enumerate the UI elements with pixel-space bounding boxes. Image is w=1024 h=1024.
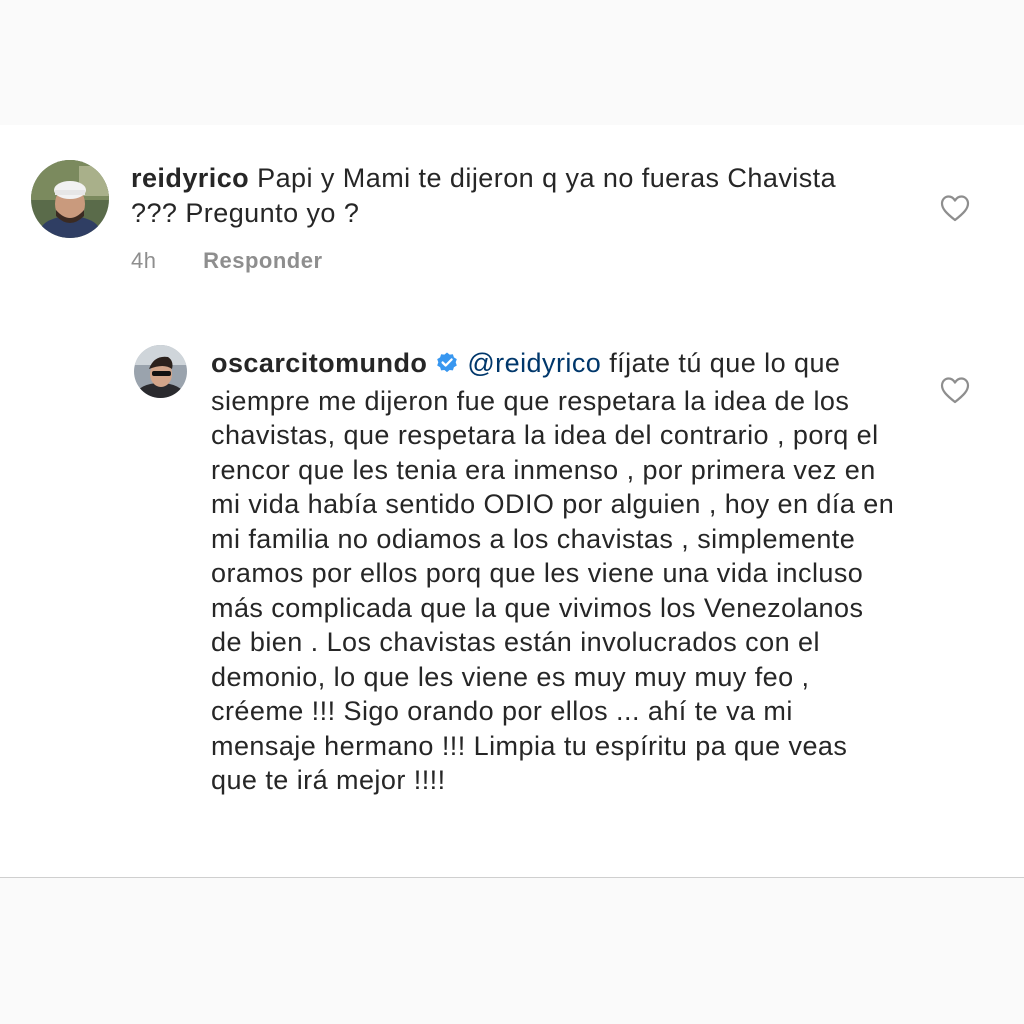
username[interactable]: oscarcitomundo bbox=[211, 348, 427, 378]
heart-outline-icon[interactable] bbox=[939, 375, 971, 405]
verified-badge-icon bbox=[435, 349, 459, 384]
comment-text: oscarcitomundo @reidyrico fíjate tú que l… bbox=[211, 346, 901, 798]
heart-outline-icon[interactable] bbox=[939, 193, 971, 223]
reply-button[interactable]: Responder bbox=[203, 248, 322, 273]
mention-link[interactable]: @reidyrico bbox=[467, 348, 601, 378]
bottom-background bbox=[0, 878, 1024, 1024]
avatar-image bbox=[31, 160, 109, 238]
top-background bbox=[0, 0, 1024, 125]
avatar[interactable] bbox=[31, 160, 109, 238]
comment-meta: 4h Responder bbox=[131, 248, 323, 274]
username[interactable]: reidyrico bbox=[131, 163, 249, 193]
comment-text: reidyrico Papi y Mami te dijeron q ya no … bbox=[131, 161, 861, 230]
avatar-image bbox=[134, 345, 187, 398]
timestamp[interactable]: 4h bbox=[131, 248, 156, 273]
avatar[interactable] bbox=[134, 345, 187, 398]
comment-body: fíjate tú que lo que siempre me dijeron … bbox=[211, 348, 895, 795]
